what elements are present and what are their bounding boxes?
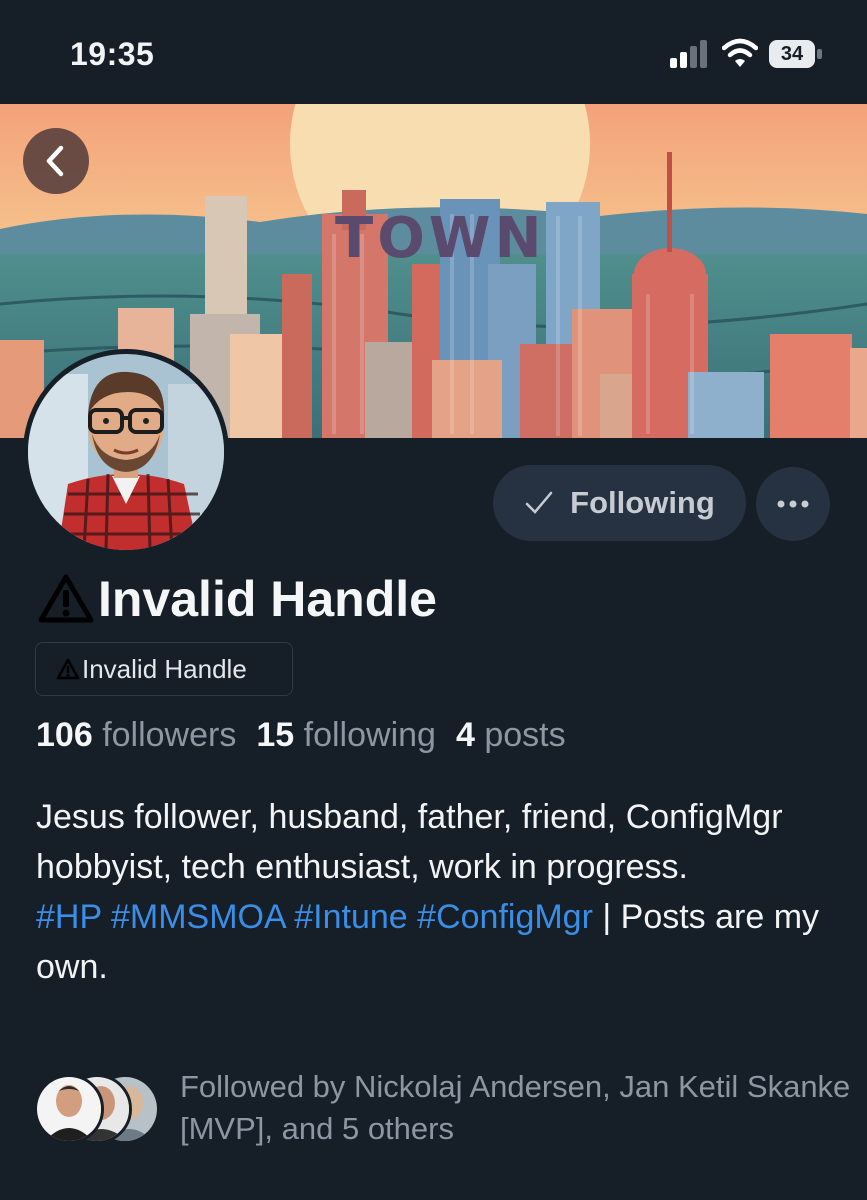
display-name-text: Invalid Handle (98, 571, 437, 627)
hashtag-link[interactable]: #ConfigMgr (417, 898, 593, 936)
handle-badge: Invalid Handle (35, 642, 293, 696)
following-label: following (303, 716, 436, 754)
checkmark-icon (525, 491, 553, 514)
wifi-icon (722, 38, 758, 67)
followers-count: 106 (36, 716, 93, 754)
chevron-left-icon (46, 145, 64, 177)
more-options-button[interactable] (756, 467, 830, 541)
hashtag-link[interactable]: #MMSMOA (111, 898, 285, 936)
hashtag-link[interactable]: #Intune (294, 898, 407, 936)
followers-label: followers (102, 716, 237, 754)
posts-label: posts (484, 716, 566, 754)
banner-town-text: TOWN (335, 206, 546, 271)
following-stat[interactable]: 15 following (256, 716, 436, 754)
battery-level: 34 (769, 40, 815, 68)
back-button[interactable] (23, 128, 89, 194)
followed-by[interactable]: Followed by Nickolaj Andersen, Jan Ketil… (34, 1069, 864, 1146)
profile-bio: Jesus follower, husband, father, friend,… (36, 792, 836, 992)
warning-icon (56, 658, 80, 680)
following-count: 15 (256, 716, 295, 754)
followed-by-text: Followed by Nickolaj Andersen, Jan Ketil… (180, 1069, 851, 1146)
bio-text: Jesus follower, husband, father, friend,… (36, 798, 783, 886)
ellipsis-icon (777, 500, 809, 508)
cellular-signal-icon (670, 40, 707, 68)
avatar[interactable] (23, 349, 229, 555)
status-time: 19:35 (70, 36, 155, 72)
warning-icon (38, 574, 94, 623)
posts-count: 4 (455, 716, 475, 754)
display-name: Invalid Handle (38, 570, 437, 628)
handle-text: Invalid Handle (82, 653, 247, 684)
profile-stats: 106 followers 15 following 4 posts (36, 716, 566, 755)
avatar-image (28, 354, 224, 550)
hashtag-link[interactable]: #HP (36, 898, 102, 936)
follower-avatar (34, 1074, 104, 1144)
followers-stat[interactable]: 106 followers (36, 716, 236, 754)
posts-stat: 4 posts (456, 716, 566, 754)
following-button-label: Following (570, 485, 715, 520)
status-bar: 19:35 34 (0, 0, 867, 104)
battery-tip (817, 49, 822, 59)
battery-icon: 34 (769, 40, 823, 68)
following-button[interactable]: Following (493, 465, 746, 541)
